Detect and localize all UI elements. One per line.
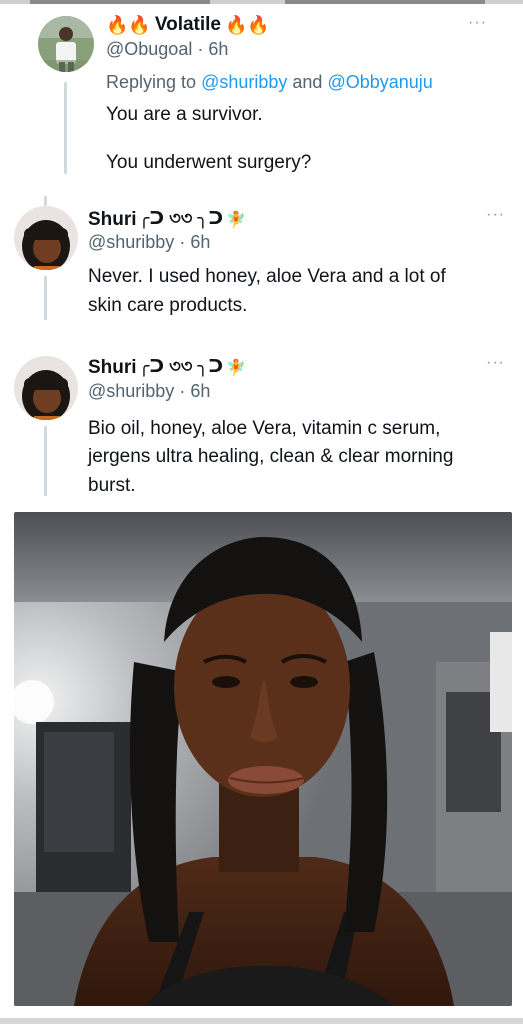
display-name-shuri[interactable]: Shuri ╭ᑐ ৩৩ ╮ᑐ 🧚 [88, 204, 246, 235]
avatar-shuri[interactable] [14, 356, 78, 420]
tweet-text-line: skin care products. [88, 295, 248, 316]
thread-line [44, 426, 47, 496]
timestamp[interactable]: · 6h [179, 232, 210, 252]
kaomoji-text: ╭ᑐ ৩৩ ╮ᑐ [138, 356, 224, 376]
handle-text: @shuribby [88, 232, 175, 252]
handle-text: @Obugoal [106, 39, 193, 59]
kaomoji-text: ╭ᑐ ৩৩ ╮ᑐ [138, 208, 224, 228]
fire-icon: 🔥🔥 [225, 14, 270, 35]
handle-text: @shuribby [88, 381, 175, 401]
tweet-text-line: Never. I used honey, aloe Vera and a lot… [88, 266, 446, 287]
thread-line [64, 82, 67, 174]
tweet-text-line: You are a survivor. [106, 104, 263, 125]
handle-shuri[interactable]: @shuribby · 6h [88, 381, 210, 402]
tweet-text-line: jergens ultra healing, clean & clear mor… [88, 446, 454, 467]
display-name-volatile[interactable]: 🔥🔥 Volatile 🔥🔥 [106, 14, 270, 36]
previous-media-strip [0, 0, 523, 4]
more-options-icon[interactable]: ··· [468, 14, 487, 32]
mention-link[interactable]: @Obbyanuju [327, 72, 432, 92]
timestamp[interactable]: · 6h [179, 381, 210, 401]
tweet-text-line: Bio oil, honey, aloe Vera, vitamin c ser… [88, 418, 441, 439]
avatar-volatile[interactable] [38, 16, 94, 72]
strip-segment [30, 0, 210, 4]
display-name-text: Shuri [88, 356, 137, 378]
display-name-text: Shuri [88, 208, 137, 230]
replying-to-line: Replying to @shuribby and @Obbyanuju [106, 72, 433, 93]
more-options-icon[interactable]: ··· [486, 354, 505, 372]
more-options-icon[interactable]: ··· [486, 206, 505, 224]
next-media-strip [0, 1018, 523, 1024]
display-name-text: Volatile [154, 14, 221, 35]
and-word: and [292, 72, 323, 92]
display-name-shuri[interactable]: Shuri ╭ᑐ ৩৩ ╮ᑐ 🧚 [88, 352, 246, 383]
replying-to-label: Replying to [106, 72, 197, 92]
mention-link[interactable]: @shuribby [201, 72, 287, 92]
strip-segment [285, 0, 485, 4]
thread-line [44, 196, 47, 206]
tweet-text-line: You underwent surgery? [106, 152, 312, 173]
handle-volatile[interactable]: @Obugoal · 6h [106, 39, 228, 60]
thread-line [44, 276, 47, 320]
timestamp[interactable]: · 6h [197, 39, 228, 59]
handle-shuri[interactable]: @shuribby · 6h [88, 232, 210, 253]
fairy-icon: 🧚 [226, 359, 246, 377]
fire-icon: 🔥🔥 [106, 14, 151, 35]
tweet-text-line: burst. [88, 475, 136, 496]
tweet-photo[interactable] [14, 512, 512, 1006]
avatar-shuri[interactable] [14, 206, 78, 270]
fairy-icon: 🧚 [226, 211, 246, 229]
